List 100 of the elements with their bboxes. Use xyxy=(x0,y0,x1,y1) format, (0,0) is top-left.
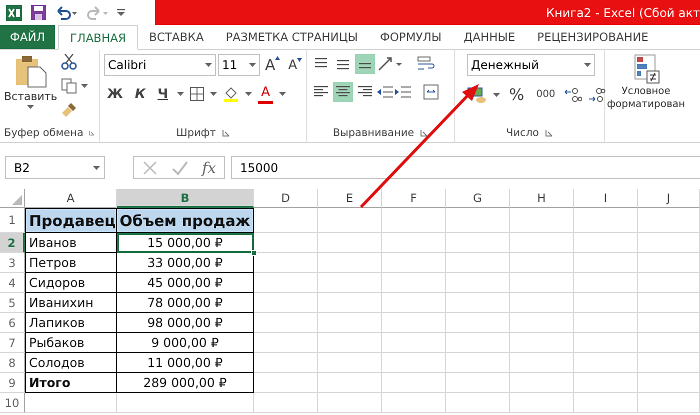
fill-bucket-icon[interactable] xyxy=(223,86,240,102)
table-cell xyxy=(446,208,510,233)
dropdown-caret-icon[interactable] xyxy=(93,166,100,170)
shrink-font-button[interactable]: A xyxy=(285,56,306,74)
paste-button[interactable]: Вставить xyxy=(4,54,58,124)
font-name-field[interactable]: Calibri xyxy=(104,54,216,76)
font-color-button[interactable]: A xyxy=(258,84,273,104)
decrease-indent-icon[interactable] xyxy=(377,86,393,98)
row-header[interactable]: 6 xyxy=(0,313,25,333)
column-header[interactable]: D xyxy=(254,189,318,208)
insert-function-button[interactable]: fx xyxy=(202,158,216,176)
table-cell xyxy=(318,293,382,313)
dialog-launcher-icon[interactable] xyxy=(544,129,553,137)
dialog-launcher-icon[interactable] xyxy=(89,129,95,137)
table-cell xyxy=(318,233,382,253)
ribbon-tab[interactable]: ФАЙЛ xyxy=(0,25,56,49)
column-header[interactable]: G xyxy=(446,189,510,208)
wrap-text-icon[interactable] xyxy=(417,56,435,72)
row-header[interactable]: 3 xyxy=(0,253,25,273)
dropdown-caret-icon[interactable] xyxy=(249,63,256,67)
percent-button[interactable]: % xyxy=(506,84,528,105)
decrease-decimal-icon[interactable] xyxy=(588,86,606,102)
row-header[interactable]: 4 xyxy=(0,273,25,293)
dropdown-caret-icon[interactable] xyxy=(493,92,500,96)
borders-icon[interactable] xyxy=(190,87,204,101)
font-size-field[interactable]: 11 xyxy=(218,54,260,76)
underline-button[interactable]: Ч xyxy=(154,86,172,102)
column-header[interactable]: H xyxy=(510,189,574,208)
row-header[interactable]: 7 xyxy=(0,333,25,353)
save-icon[interactable] xyxy=(31,5,46,20)
row-header[interactable]: 2 xyxy=(0,233,25,253)
increase-indent-icon[interactable] xyxy=(395,86,411,98)
brush-icon[interactable] xyxy=(61,102,78,118)
ribbon-tab[interactable]: ФОРМУЛЫ xyxy=(368,25,453,49)
name-box[interactable]: B2 xyxy=(5,156,105,179)
table-cell xyxy=(254,393,318,413)
dropdown-caret-icon[interactable] xyxy=(278,92,286,96)
table-cell xyxy=(382,293,446,313)
spreadsheet-logo-icon[interactable] xyxy=(6,4,22,20)
column-header[interactable]: I xyxy=(574,189,638,208)
table-cell: 11 000,00 ₽ xyxy=(117,353,254,373)
dropdown-caret-icon[interactable] xyxy=(81,84,88,88)
table-cell xyxy=(446,393,510,413)
italic-button[interactable]: К xyxy=(132,86,149,102)
row-header[interactable]: 9 xyxy=(0,373,25,393)
dropdown-caret-icon[interactable] xyxy=(584,63,591,67)
table-cell xyxy=(446,313,510,333)
merge-cells-icon[interactable] xyxy=(423,84,439,100)
ribbon-tab[interactable]: ВСТАВКА xyxy=(138,25,215,49)
copy-icon[interactable] xyxy=(61,78,78,94)
fill-handle[interactable] xyxy=(251,250,257,256)
formula-input[interactable]: 15000 xyxy=(231,156,700,179)
group-label: Число xyxy=(506,127,539,139)
table-cell xyxy=(638,253,700,273)
table-cell xyxy=(318,373,382,393)
row-header[interactable]: 10 xyxy=(0,393,25,413)
table-cell xyxy=(574,393,638,413)
column-header[interactable]: J xyxy=(638,189,700,208)
ribbon-tab[interactable]: ДАННЫЕ xyxy=(452,25,526,49)
ribbon-tab[interactable]: ГЛАВНАЯ xyxy=(58,25,138,50)
table-cell xyxy=(446,233,510,253)
grow-font-button[interactable]: A xyxy=(262,55,284,75)
table-cell xyxy=(574,253,638,273)
table-cell: 289 000,00 ₽ xyxy=(117,373,254,393)
ribbon-tab[interactable]: РАЗМЕТКА СТРАНИЦЫ xyxy=(214,25,369,49)
increase-decimal-icon[interactable] xyxy=(564,86,582,102)
column-header[interactable]: E xyxy=(318,189,382,208)
row-header[interactable]: 5 xyxy=(0,293,25,313)
table-cell xyxy=(510,293,574,313)
dropdown-caret-icon[interactable] xyxy=(177,92,184,96)
row-header[interactable]: 1 xyxy=(0,208,25,233)
table-cell xyxy=(382,208,446,233)
dropdown-caret-icon[interactable] xyxy=(210,92,218,96)
dialog-launcher-icon[interactable] xyxy=(420,129,428,137)
column-header[interactable]: B xyxy=(117,189,254,208)
table-cell xyxy=(574,208,638,233)
customize-toolbar-icon[interactable] xyxy=(117,8,125,17)
bold-button[interactable]: Ж xyxy=(104,86,126,102)
table-cell xyxy=(638,293,700,313)
horizontal-align-button[interactable] xyxy=(333,82,353,102)
dialog-launcher-icon[interactable] xyxy=(222,129,230,137)
check-icon[interactable] xyxy=(172,160,188,176)
up-arrow-icon xyxy=(275,56,280,60)
dropdown-caret-icon[interactable] xyxy=(27,105,34,109)
thousands-separator-button[interactable]: 000 xyxy=(533,88,558,101)
column-header[interactable]: A xyxy=(25,189,117,208)
column-header[interactable]: F xyxy=(382,189,446,208)
table-cell: 78 000,00 ₽ xyxy=(117,293,254,313)
ribbon-tab[interactable]: РЕЦЕНЗИРОВАНИЕ xyxy=(526,25,660,49)
row-header[interactable]: 8 xyxy=(0,353,25,373)
scissors-icon[interactable] xyxy=(61,54,78,70)
undo-icon[interactable] xyxy=(55,6,77,20)
conditional-formatting-button[interactable]: Условное форматирован xyxy=(607,54,686,142)
vertical-align-button[interactable] xyxy=(355,54,375,74)
dropdown-caret-icon[interactable] xyxy=(245,92,252,96)
table-cell xyxy=(254,208,318,233)
text-orientation-icon[interactable] xyxy=(377,56,403,72)
table-cell xyxy=(254,313,318,333)
dropdown-caret-icon[interactable] xyxy=(205,63,212,67)
number-format-field[interactable]: Денежный xyxy=(467,54,595,76)
